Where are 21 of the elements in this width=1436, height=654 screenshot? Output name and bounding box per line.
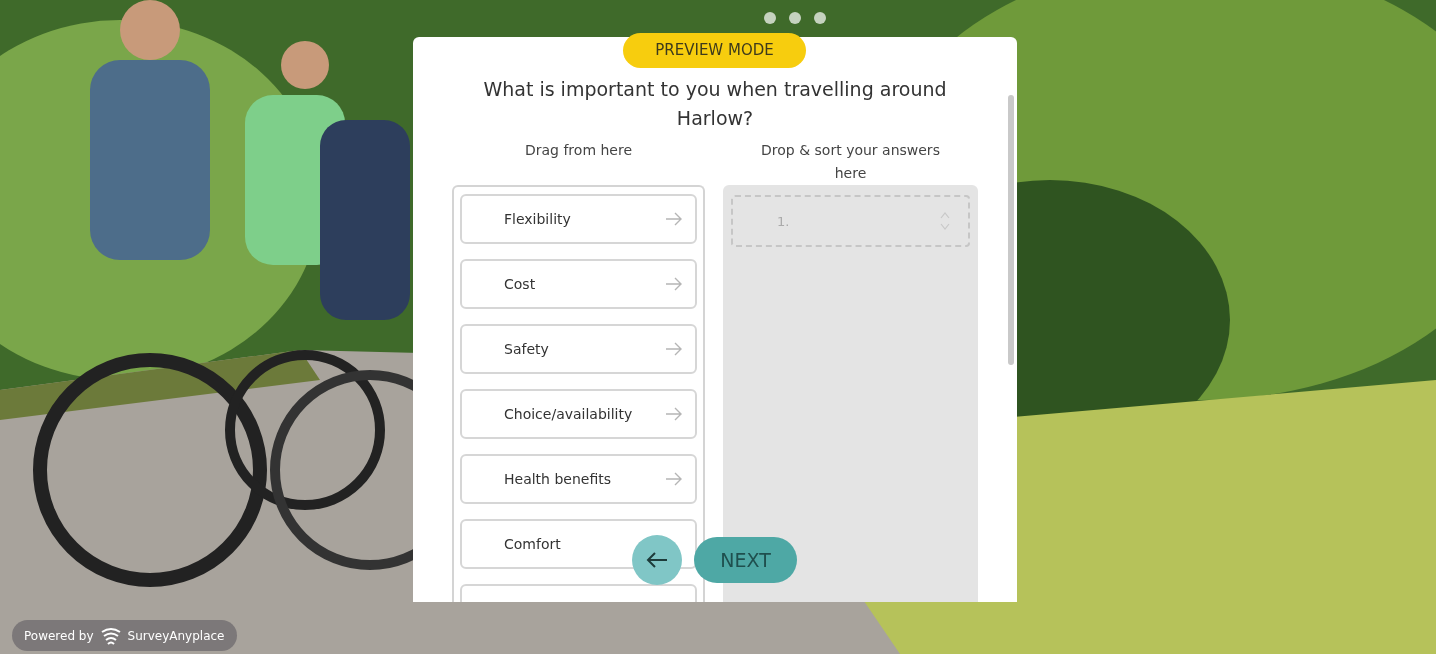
arrow-right-icon <box>665 212 683 226</box>
question-text: What is important to you when travelling around Harlow? <box>482 77 948 131</box>
arrow-right-icon <box>665 407 683 421</box>
branding-name: SurveyAnyplace <box>127 628 225 643</box>
wave-logo-icon <box>99 625 122 646</box>
arrow-right-icon <box>665 342 683 356</box>
branding-badge[interactable]: Powered by SurveyAnyplace <box>12 620 237 651</box>
answer-item[interactable]: Health benefits <box>460 454 697 504</box>
answer-item[interactable]: Flexibility <box>460 194 697 244</box>
sort-icon <box>940 211 950 231</box>
arrow-left-icon <box>646 552 668 568</box>
arrow-right-icon <box>665 277 683 291</box>
scrollbar[interactable] <box>1008 95 1014 365</box>
column-heading: Drop & sort your answers here <box>760 141 941 183</box>
answer-item[interactable]: Choice/availability <box>460 389 697 439</box>
column-heading: Drag from here <box>524 141 633 160</box>
answer-item[interactable]: Cost <box>460 259 697 309</box>
answer-item[interactable]: Safety <box>460 324 697 374</box>
branding-prefix: Powered by <box>24 628 94 643</box>
arrow-right-icon <box>665 472 683 486</box>
preview-badge: PREVIEW MODE <box>623 33 806 68</box>
